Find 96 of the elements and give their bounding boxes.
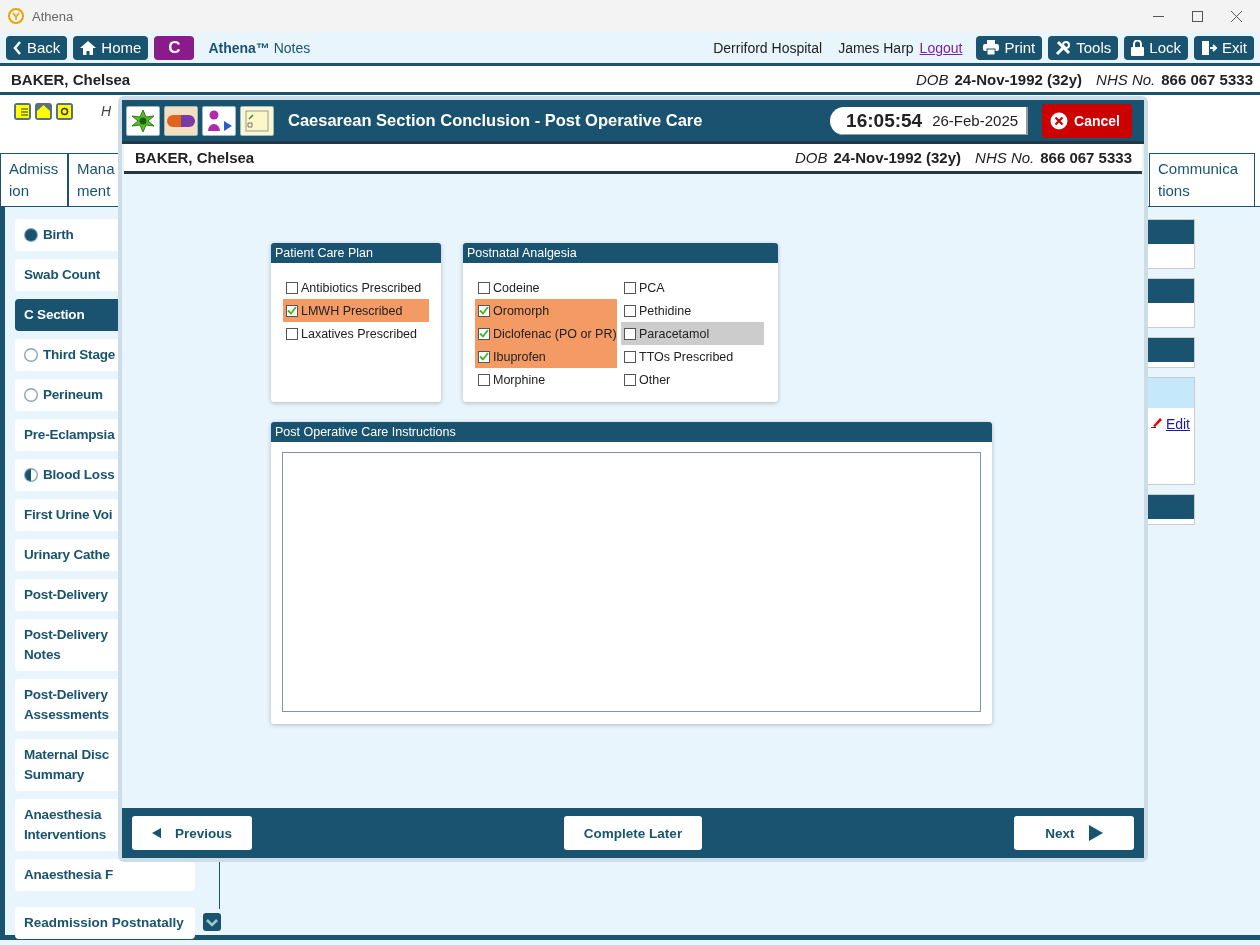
patient-name: BAKER, Chelsea <box>11 70 131 88</box>
info-text: H <box>101 103 112 119</box>
panel-header <box>1148 378 1194 408</box>
exit-icon <box>1201 39 1217 56</box>
checkbox[interactable] <box>478 281 490 294</box>
date-text: 26-Feb-2025 <box>932 112 1019 129</box>
checkbox[interactable] <box>478 350 490 363</box>
checkbox[interactable] <box>286 281 298 294</box>
nhs-number: 866 067 5333 <box>1161 70 1253 88</box>
progress-circle-icon <box>24 468 38 482</box>
home-icon <box>80 40 97 55</box>
checkbox-label: Ibuprofen <box>493 349 546 364</box>
checkbox[interactable] <box>624 327 636 340</box>
help-list-icon[interactable] <box>14 103 31 120</box>
checkbox-label: Pethidine <box>639 303 692 318</box>
instructions-field[interactable] <box>282 452 981 712</box>
exit-button[interactable]: Exit <box>1194 35 1254 60</box>
checkbox-label: Oromorph <box>493 303 550 318</box>
pill-icon[interactable] <box>164 105 198 136</box>
checkbox[interactable] <box>478 327 490 340</box>
printer-icon <box>983 40 1000 55</box>
chevron-left-icon <box>13 40 22 55</box>
progress-circle-icon <box>24 228 38 242</box>
tools-button[interactable]: Tools <box>1048 35 1119 60</box>
panel-title: Postnatal Analgesia <box>463 243 778 263</box>
sidebar-item[interactable]: Anaesthesia F <box>15 859 195 891</box>
checkbox[interactable] <box>478 373 490 386</box>
lock-icon <box>1131 39 1145 56</box>
panel-title: Patient Care Plan <box>271 243 441 263</box>
c-button[interactable]: C <box>154 35 195 60</box>
home-button[interactable]: Home <box>73 35 149 60</box>
tab[interactable]: Admiss ion <box>0 153 68 206</box>
checkbox-label: Laxatives Prescribed <box>301 326 418 341</box>
panel-header <box>1148 495 1194 519</box>
checkbox-label: Other <box>639 372 671 387</box>
edit-link[interactable]: Edit <box>1165 416 1190 432</box>
notepad-icon[interactable] <box>240 105 274 136</box>
app-name: Athena™ Notes <box>208 39 311 56</box>
checkbox-label: Morphine <box>493 372 546 387</box>
close-icon[interactable] <box>1231 10 1242 22</box>
print-button[interactable]: Print <box>976 35 1043 60</box>
checkbox-label: TTOs Prescribed <box>639 349 734 364</box>
sidebar-item[interactable]: Readmission Postnatally <box>15 907 195 939</box>
checkbox-label: Diclofenac (PO or PR) <box>493 326 617 341</box>
scroll-down-button[interactable] <box>203 913 221 931</box>
back-button[interactable]: Back <box>6 35 68 60</box>
dob-label: DOB <box>794 149 828 166</box>
panel-header <box>1148 338 1194 362</box>
help-home-icon[interactable] <box>35 103 52 120</box>
maximize-icon[interactable] <box>1192 10 1203 22</box>
checkbox[interactable] <box>624 373 636 386</box>
window-title: Athena <box>32 8 74 24</box>
tools-icon <box>1055 39 1072 56</box>
checkbox[interactable] <box>624 350 636 363</box>
panel-header <box>1148 220 1194 244</box>
checkmark-icon <box>287 306 297 315</box>
logout-link[interactable]: Logout <box>919 39 963 56</box>
nhs-number: 866 067 5333 <box>1040 149 1132 166</box>
checkbox[interactable] <box>286 327 298 340</box>
dialog-title: Caesarean Section Conclusion - Post Operative Care <box>288 111 703 130</box>
pencil-icon <box>1150 416 1163 428</box>
nhs-label: NHS No. <box>1096 70 1156 88</box>
complete-later-button[interactable]: Complete Later <box>563 816 703 850</box>
cancel-button[interactable]: Cancel <box>1042 103 1132 138</box>
date-of-birth: 24-Nov-1992 (32y) <box>833 149 962 166</box>
checkbox-label: Antibiotics Prescribed <box>301 280 422 295</box>
checkbox-label: Codeine <box>493 280 540 295</box>
patient-name: BAKER, Chelsea <box>135 149 255 166</box>
triangle-left-icon <box>152 825 161 841</box>
lock-button[interactable]: Lock <box>1124 35 1188 60</box>
nhs-label: NHS No. <box>975 149 1035 166</box>
next-button[interactable]: Next <box>1014 816 1134 850</box>
date-of-birth: 24-Nov-1992 (32y) <box>954 70 1083 88</box>
checkmark-icon <box>479 352 489 361</box>
checkbox[interactable] <box>624 304 636 317</box>
hospital-name: Derriford Hospital <box>713 39 823 56</box>
time-text: 16:05:54 <box>846 109 923 132</box>
help-icon[interactable] <box>56 103 73 120</box>
panel-header <box>1148 279 1194 303</box>
tab[interactable]: Communica tions <box>1149 153 1255 206</box>
checkbox[interactable] <box>624 281 636 294</box>
app-logo-icon <box>8 8 24 24</box>
checkbox-label: PCA <box>639 280 665 295</box>
checkmark-icon <box>479 329 489 338</box>
checkbox[interactable] <box>478 304 490 317</box>
dob-label: DOB <box>915 70 949 88</box>
checkmark-icon <box>479 306 489 315</box>
panel-title: Post Operative Care Instructions <box>271 422 992 442</box>
checkbox-label: Paracetamol <box>639 326 710 341</box>
flower-icon[interactable] <box>126 105 160 136</box>
triangle-right-icon <box>1088 825 1103 841</box>
checkbox[interactable] <box>286 304 298 317</box>
previous-button[interactable]: Previous <box>132 816 252 850</box>
user-name: James Harp <box>838 39 914 56</box>
close-circle-icon <box>1050 111 1069 130</box>
checkbox-label: LMWH Prescribed <box>301 303 403 318</box>
